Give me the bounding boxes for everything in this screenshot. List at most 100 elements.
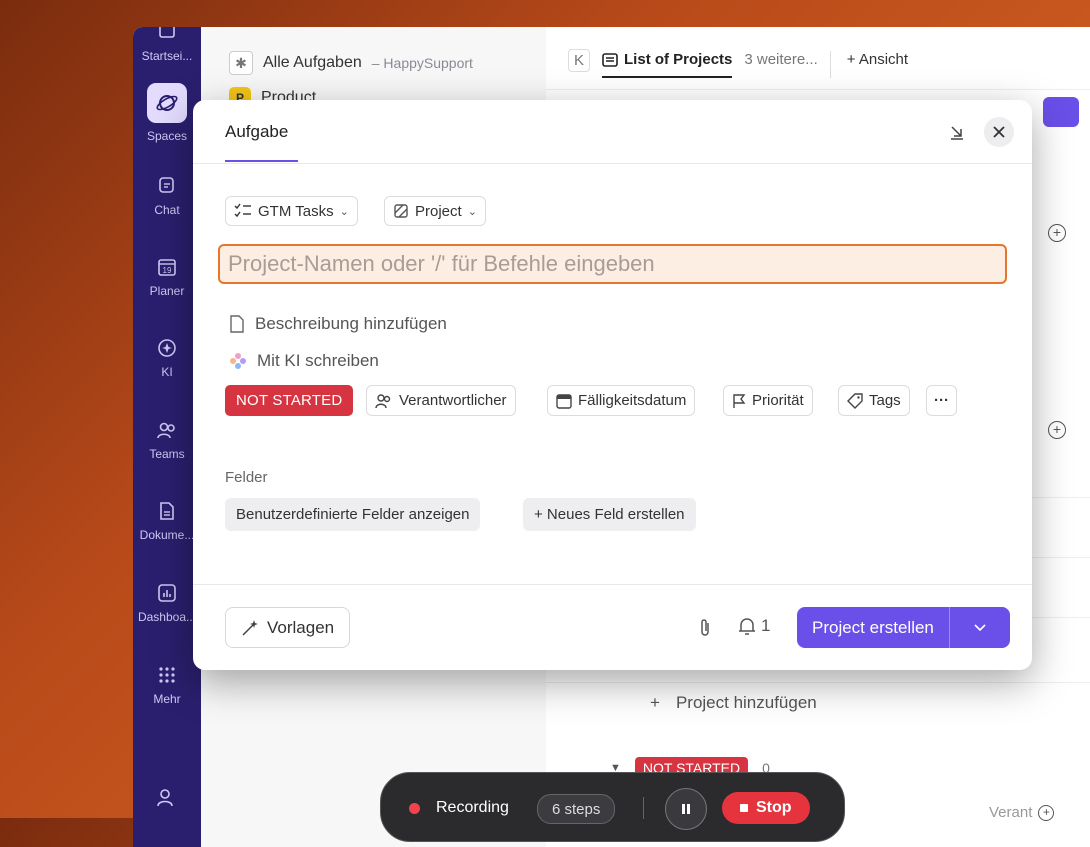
document-icon (160, 502, 174, 520)
rail-chat[interactable]: Chat (133, 175, 201, 217)
chat-icon (159, 177, 174, 193)
priority-button[interactable]: Priorität (723, 385, 813, 416)
create-options-dropdown[interactable] (950, 607, 1010, 648)
rail-spaces[interactable]: Spaces (133, 83, 201, 143)
tags-button[interactable]: Tags (838, 385, 910, 416)
minimize-button[interactable] (942, 117, 972, 147)
recording-bar: Recording 6 steps Stop (380, 772, 845, 842)
steps-count-badge[interactable]: 6 steps (537, 794, 616, 824)
status-selector[interactable]: NOT STARTED (225, 385, 354, 416)
asterisk-icon: ✱ (229, 51, 253, 75)
rail-teams-label: Teams (149, 447, 185, 461)
create-project-button-group: Project erstellen (797, 607, 1010, 648)
tab-list-of-projects[interactable]: List of Projects (602, 51, 733, 78)
fields-section-label: Felder (225, 469, 268, 486)
add-column-icon[interactable]: + (1038, 804, 1055, 821)
sidebar-item-all-tasks[interactable]: ✱ Alle Aufgaben – HappySupport (229, 51, 473, 75)
rail-dashboards[interactable]: Dashboa... (133, 582, 201, 624)
modal-header: Aufgabe (193, 100, 1032, 164)
rail-planner[interactable]: 19 Planer (133, 256, 201, 298)
watchers-count: 1 (761, 616, 771, 635)
due-date-button[interactable]: Fälligkeitsdatum (547, 385, 696, 416)
users-icon (375, 393, 391, 408)
rail-planner-label: Planer (149, 284, 185, 298)
checklist-icon (234, 203, 251, 218)
show-custom-fields-button[interactable]: Benutzerdefinierte Felder anzeigen (225, 498, 481, 531)
recording-dot-icon (409, 803, 420, 814)
sidebar-all-tasks-label: Alle Aufgaben (263, 54, 362, 71)
tab-task[interactable]: Aufgabe (225, 122, 298, 162)
rail-teams[interactable]: Teams (133, 419, 201, 461)
calendar-icon (556, 393, 572, 409)
view-tabbar: K List of Projects 3 weitere... + Ansich… (568, 49, 908, 80)
dashboard-icon (158, 584, 176, 602)
tab-prefix[interactable]: K (568, 49, 591, 72)
close-button[interactable] (984, 117, 1014, 147)
close-icon (993, 126, 1005, 138)
grid-dots-icon (159, 667, 175, 683)
rail-home[interactable]: Startsei... (133, 27, 201, 63)
list-icon (602, 52, 618, 67)
rail-invite[interactable] (133, 787, 201, 815)
task-type-selector[interactable]: Project ⌄ (384, 196, 486, 226)
rail-ai-label: KI (161, 365, 173, 379)
due-date-label: Fälligkeitsdatum (578, 392, 687, 409)
ai-flower-icon (230, 353, 246, 369)
assignee-button[interactable]: Verantwortlicher (366, 385, 516, 416)
add-project-row[interactable]: + Project hinzufügen (650, 693, 817, 713)
assignee-column-header: Verant + (989, 804, 1055, 821)
rail-more[interactable]: Mehr (133, 664, 201, 706)
rail-ai[interactable]: KI (133, 337, 201, 379)
pause-button[interactable] (665, 788, 707, 830)
assignee-label: Verantwortlicher (399, 392, 507, 409)
planet-icon (156, 95, 178, 111)
plus-icon: + (650, 693, 660, 712)
add-row-icon[interactable]: + (1048, 224, 1066, 242)
flag-icon (733, 393, 746, 408)
rail-docs-label: Dokume... (139, 528, 195, 542)
watchers-button[interactable]: 1 (738, 616, 770, 636)
add-row-icon[interactable]: + (1048, 421, 1066, 439)
ai-sparkle-icon (158, 339, 176, 357)
list-selector[interactable]: GTM Tasks ⌄ (225, 196, 358, 226)
assignee-column-label: Verant (989, 804, 1033, 821)
add-task-button-bg[interactable] (1043, 97, 1079, 127)
chevron-down-icon (974, 623, 986, 631)
magic-wand-icon (242, 619, 258, 636)
tags-label: Tags (869, 392, 901, 409)
stop-button[interactable]: Stop (722, 792, 810, 824)
more-options-button[interactable]: ··· (926, 385, 957, 416)
rail-chat-label: Chat (154, 203, 180, 217)
task-name-input[interactable] (218, 244, 1007, 284)
modal-footer-divider (193, 584, 1032, 585)
add-user-icon (157, 789, 173, 807)
add-description-button[interactable]: Beschreibung hinzufügen (229, 314, 447, 334)
stop-square-icon (740, 804, 748, 812)
left-rail: Startsei... Spaces Chat 19 Planer KI Tea… (133, 27, 201, 847)
recording-divider (643, 797, 644, 819)
tab-add-view[interactable]: + Ansicht (829, 51, 908, 78)
tabbar-divider (546, 89, 1090, 90)
sidebar-all-tasks-suffix: – HappySupport (371, 55, 473, 71)
task-type-icon (394, 204, 408, 218)
teams-icon (157, 422, 175, 439)
paperclip-icon (701, 619, 709, 636)
create-task-modal: Aufgabe GTM Tasks ⌄ Project ⌄ Beschreibu… (193, 100, 1032, 670)
templates-button[interactable]: Vorlagen (225, 607, 351, 648)
stop-label: Stop (756, 799, 792, 816)
rail-docs[interactable]: Dokume... (133, 500, 201, 542)
chevron-down-icon: ⌄ (339, 205, 349, 218)
tab-list-of-projects-label: List of Projects (624, 51, 733, 68)
spaces-tile (147, 83, 187, 123)
recording-label: Recording (436, 799, 509, 816)
pause-icon (682, 804, 690, 814)
rail-dashboards-label: Dashboa... (137, 610, 197, 624)
tab-more[interactable]: 3 weitere... (744, 51, 817, 78)
create-project-button[interactable]: Project erstellen (797, 607, 950, 648)
attach-button[interactable] (697, 618, 713, 643)
tag-icon (847, 392, 863, 409)
ai-write-button[interactable]: Mit KI schreiben (229, 351, 379, 371)
rail-spaces-label: Spaces (146, 129, 188, 143)
add-description-label: Beschreibung hinzufügen (255, 314, 447, 333)
new-field-button[interactable]: + Neues Feld erstellen (523, 498, 696, 531)
